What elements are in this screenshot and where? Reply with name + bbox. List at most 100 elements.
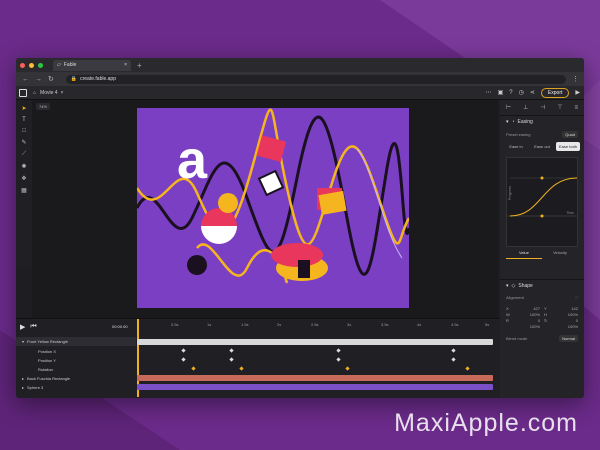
- effects-tool-icon[interactable]: ✺: [21, 163, 26, 170]
- preview-icon[interactable]: ▣: [498, 89, 504, 96]
- keyframe[interactable]: [451, 357, 456, 362]
- anchor-grid-icon[interactable]: ⁙: [575, 295, 578, 300]
- zoom-level[interactable]: 74%: [36, 103, 51, 110]
- easing-header[interactable]: ▾ ◔ Easing: [500, 116, 584, 128]
- ease-in-button[interactable]: Ease in: [504, 142, 528, 151]
- history-icon[interactable]: ◷: [519, 89, 524, 96]
- path-tool-icon[interactable]: ⟋: [22, 151, 26, 158]
- url-field[interactable]: 🔒 create.fable.app: [65, 74, 566, 84]
- property-position-y[interactable]: Position Y: [16, 356, 136, 365]
- keyframe[interactable]: [336, 348, 341, 353]
- field-y[interactable]: Y 142: [544, 306, 578, 311]
- present-icon[interactable]: ▶: [575, 89, 580, 96]
- align-right-icon[interactable]: ⊣: [540, 104, 545, 111]
- skip-to-start-icon[interactable]: ⏮: [30, 323, 36, 331]
- browser-menu-icon[interactable]: ⋮: [572, 75, 579, 83]
- browser-tab[interactable]: ▱ Fable ×: [53, 59, 131, 71]
- select-tool-icon[interactable]: ➤: [21, 105, 26, 112]
- distribute-icon[interactable]: ≡: [575, 105, 579, 111]
- file-tab[interactable]: Movie 4: [40, 90, 58, 96]
- field-h[interactable]: H 100%: [544, 312, 578, 317]
- browser-window: ▱ Fable × + ← → ↻ 🔒 create.fable.app ⋮ ⌂…: [16, 58, 584, 398]
- export-button[interactable]: Export: [540, 87, 570, 98]
- blend-mode-row: Blend mode Normal: [500, 332, 584, 344]
- new-tab-button[interactable]: +: [137, 61, 142, 70]
- preset-easing-select[interactable]: Quad: [562, 130, 578, 138]
- url-text: create.fable.app: [80, 76, 116, 82]
- back-icon[interactable]: ←: [22, 76, 29, 83]
- keyframe[interactable]: [336, 357, 341, 362]
- playback-controls: ▶ ⏮: [20, 323, 37, 331]
- keyframe[interactable]: [239, 366, 244, 371]
- keyframe[interactable]: [229, 357, 234, 362]
- share-icon[interactable]: ⋖: [530, 89, 535, 96]
- components-tool-icon[interactable]: ❖: [21, 175, 26, 182]
- easing-icon: ◔: [511, 119, 515, 125]
- keyframe[interactable]: [181, 348, 186, 353]
- field-scale-y[interactable]: 100%: [544, 324, 578, 329]
- minimize-window-button[interactable]: [29, 62, 34, 68]
- forward-icon[interactable]: →: [35, 76, 42, 83]
- easing-graph[interactable]: Progress Time: [506, 157, 578, 247]
- yellow-rectangle: [318, 190, 347, 215]
- layer-back-fuschia-rectangle[interactable]: ▸ Back Fuschia Rectangle: [16, 374, 136, 383]
- field-w[interactable]: W 100%: [506, 312, 540, 317]
- fable-logo-icon: [19, 88, 27, 97]
- align-top-icon[interactable]: ⊤: [557, 104, 562, 111]
- home-icon[interactable]: ⌂: [33, 90, 36, 96]
- ease-both-button[interactable]: Ease both: [556, 142, 580, 151]
- track-sphere-3[interactable]: [137, 384, 493, 390]
- more-icon[interactable]: ⋯: [486, 89, 492, 96]
- close-window-button[interactable]: [20, 62, 25, 68]
- align-left-icon[interactable]: ⊢: [506, 104, 511, 111]
- close-tab-icon[interactable]: ×: [124, 62, 127, 68]
- graph-y-label: Progress: [508, 186, 512, 201]
- black-dot: [187, 255, 207, 275]
- cylinder-top: [271, 243, 323, 267]
- graph-x-label: Time: [566, 211, 574, 215]
- time-ruler[interactable]: 0.5s 1s 1.5s 2s 2.5s 3s 3.5s 4s 4.5s 5s: [137, 319, 498, 397]
- file-tab-close-icon[interactable]: ×: [61, 90, 64, 96]
- grid-tool-icon[interactable]: ▦: [21, 187, 27, 194]
- property-position-x[interactable]: Position X: [16, 347, 136, 356]
- tool-palette: ➤ T □ ✎ ⟋ ✺ ❖ ▦: [16, 100, 32, 268]
- chevron-down-icon: ▾: [22, 339, 25, 344]
- easing-handle-end: [540, 176, 544, 180]
- tab-velocity[interactable]: Velocity: [542, 247, 578, 259]
- blend-mode-select[interactable]: Normal: [559, 334, 578, 342]
- track-back-fuschia-rectangle[interactable]: [137, 375, 493, 381]
- keyframe[interactable]: [229, 348, 234, 353]
- field-scale-x[interactable]: 100%: [506, 324, 540, 329]
- rectangle-tool-icon[interactable]: □: [22, 128, 26, 134]
- keyframe[interactable]: [465, 366, 470, 371]
- keyframe[interactable]: [345, 366, 350, 371]
- alignment-row: Alignment ⁙: [500, 291, 584, 303]
- blend-mode-label: Blend mode: [506, 335, 528, 341]
- text-tool-icon[interactable]: T: [22, 117, 26, 123]
- alignment-label: Alignment: [506, 294, 524, 300]
- align-center-icon[interactable]: ⊥: [523, 104, 528, 111]
- track-front-yellow-rectangle[interactable]: [137, 339, 493, 345]
- property-rotation[interactable]: Rotation: [16, 365, 136, 374]
- shape-header[interactable]: ▾ ◇ Shape: [500, 279, 584, 291]
- field-x[interactable]: X 427: [506, 306, 540, 311]
- reload-icon[interactable]: ↻: [48, 75, 54, 83]
- keyframe[interactable]: [191, 366, 196, 371]
- cylinder-band: [298, 260, 310, 278]
- tab-title: Fable: [63, 62, 77, 68]
- field-r[interactable]: R0: [506, 318, 540, 323]
- keyframe[interactable]: [181, 357, 186, 362]
- layer-front-yellow-rectangle[interactable]: ▾ Front Yellow Rectangle: [16, 337, 136, 346]
- tab-value[interactable]: Value: [506, 247, 542, 259]
- field-rotation[interactable]: ↻ 0: [544, 318, 578, 323]
- pen-tool-icon[interactable]: ✎: [21, 139, 26, 146]
- keyframe[interactable]: [451, 348, 456, 353]
- ease-out-button[interactable]: Ease out: [530, 142, 554, 151]
- maximize-window-button[interactable]: [38, 62, 43, 68]
- layer-sphere-3[interactable]: ▸ Sphere 3: [16, 383, 136, 392]
- chevron-right-icon: ▸: [22, 376, 25, 381]
- chevron-down-icon: ▾: [506, 282, 509, 289]
- artboard[interactable]: a: [137, 108, 409, 308]
- help-icon[interactable]: ?: [509, 90, 512, 96]
- play-icon[interactable]: ▶: [20, 323, 25, 331]
